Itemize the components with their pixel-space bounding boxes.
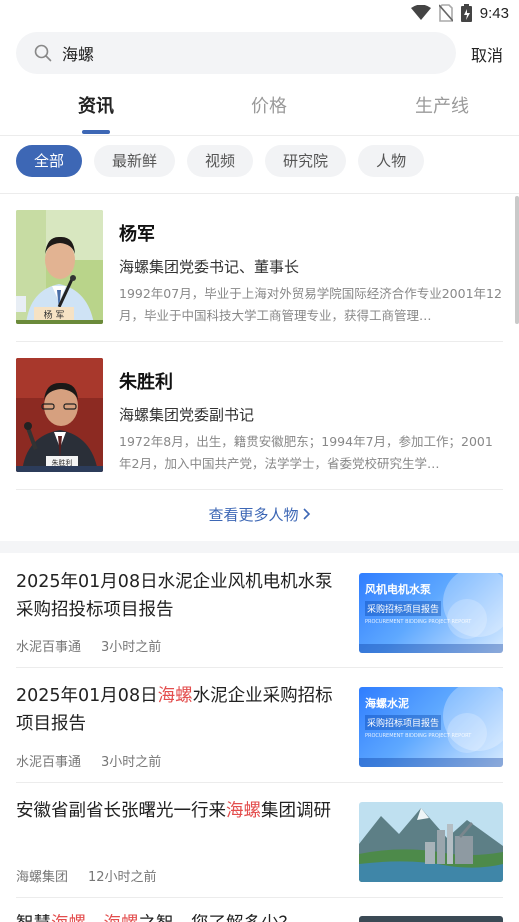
person-bio: 1992年07月，毕业于上海对外贸易学院国际经济合作专业2001年12月，毕业于… [119, 286, 502, 323]
news-thumbnail [359, 802, 503, 882]
tab-news[interactable]: 资讯 [36, 92, 156, 118]
news-meta: 水泥百事通 3小时之前 [16, 636, 181, 655]
thumb-subtitle: PROCUREMENT BIDDING PROJECT REPORT [365, 619, 472, 625]
news-source: 水泥百事通 [16, 640, 82, 655]
search-box[interactable] [16, 32, 456, 74]
person-info: 杨军 海螺集团党委书记、董事长 1992年07月，毕业于上海对外贸易学院国际经济… [119, 220, 503, 327]
tab-price[interactable]: 价格 [209, 92, 329, 118]
status-time: 9:43 [479, 4, 509, 22]
title-text: 集团调研 [261, 801, 331, 821]
more-people-label: 查看更多人物 [208, 506, 299, 524]
news-time: 3小时之前 [101, 640, 162, 655]
search-icon [34, 44, 52, 62]
news-title: 2025年01月08日海螺水泥企业采购招标项目报告 [16, 682, 346, 738]
divider [16, 489, 503, 490]
news-title: 安徽省副省长张曙光一行来海螺集团调研 [16, 797, 346, 825]
news-source: 海螺集团 [16, 870, 69, 885]
photo-caption: 杨 军 [44, 309, 65, 321]
title-text: 2025年01月08日水泥企业风机电机水泵采购招投标项目报告 [16, 572, 333, 620]
photo-caption: 朱胜利 [52, 458, 73, 467]
news-source: 水泥百事通 [16, 755, 82, 770]
news-meta: 水泥百事通 3小时之前 [16, 751, 181, 770]
person-name: 杨军 [119, 224, 155, 245]
title-highlight: 海螺 [157, 686, 193, 706]
chip-research[interactable]: 研究院 [265, 145, 347, 177]
person-card[interactable]: 朱胜利 朱胜利 海螺集团党委副书记 1972年8月，出生，籍贯安徽肥东；1994… [16, 358, 503, 476]
news-title: 智慧海螺，海螺之智，您了解多少？ [16, 910, 346, 922]
divider [16, 667, 503, 668]
divider [16, 897, 503, 898]
divider [0, 193, 519, 194]
person-name: 朱胜利 [119, 372, 173, 393]
chevron-right-icon [302, 508, 310, 520]
title-highlight: 海螺 [226, 801, 261, 821]
main-tabs: 资讯 价格 生产线 [0, 80, 519, 136]
news-thumbnail: 海螺水泥 采购招标项目报告 PROCUREMENT BIDDING PROJEC… [359, 687, 503, 767]
thumb-subtitle: PROCUREMENT BIDDING PROJECT REPORT [365, 733, 472, 739]
news-meta: 海螺集团 12小时之前 [16, 866, 177, 885]
news-time: 3小时之前 [101, 755, 162, 770]
thumb-badge: 采购招标项目报告 [365, 715, 442, 730]
search-input[interactable] [62, 43, 422, 63]
person-photo: 杨 军 [16, 210, 103, 324]
divider [16, 782, 503, 783]
status-bar: 9:43 [0, 0, 519, 30]
title-text: 2025年01月08日 [16, 686, 158, 706]
person-title: 海螺集团党委副书记 [119, 406, 255, 424]
person-photo: 朱胜利 [16, 358, 103, 472]
search-row: 取消 [0, 32, 519, 76]
news-thumbnail [359, 916, 503, 922]
more-people-link[interactable]: 查看更多人物 [0, 504, 519, 525]
active-tab-indicator [82, 130, 110, 134]
thumb-title: 风机电机水泵 [365, 583, 431, 596]
battery-charging-icon [460, 4, 472, 22]
news-item[interactable]: 2025年01月08日海螺水泥企业采购招标项目报告 水泥百事通 3小时之前 海螺水… [16, 682, 503, 772]
news-time: 12小时之前 [88, 870, 157, 885]
news-item[interactable]: 2025年01月08日水泥企业风机电机水泵采购招投标项目报告 水泥百事通 3小时之… [16, 568, 503, 658]
tab-production-line[interactable]: 生产线 [382, 92, 502, 118]
wifi-icon [410, 5, 431, 20]
news-item[interactable]: 智慧海螺，海螺之智，您了解多少？ [16, 910, 503, 922]
cancel-button[interactable]: 取消 [471, 42, 503, 66]
title-text: 之智，您了解多少？ [139, 914, 297, 922]
chip-latest[interactable]: 最新鲜 [94, 145, 176, 177]
no-sim-icon [438, 4, 453, 22]
divider [16, 341, 503, 342]
chip-video[interactable]: 视频 [187, 145, 254, 177]
title-text: 安徽省副省长张曙光一行来 [16, 801, 226, 821]
title-text: ， [86, 914, 104, 922]
person-title: 海螺集团党委书记、董事长 [119, 258, 300, 276]
filter-chips: 全部 最新鲜 视频 研究院 人物 [16, 145, 425, 177]
title-text: 智慧 [16, 914, 51, 922]
title-highlight: 海螺 [51, 914, 86, 922]
thumb-title: 海螺水泥 [365, 697, 409, 710]
title-highlight: 海螺 [104, 914, 139, 922]
chip-people[interactable]: 人物 [358, 145, 425, 177]
person-bio: 1972年8月，出生，籍贯安徽肥东；1994年7月，参加工作；2001年2月，加… [119, 434, 493, 471]
news-thumbnail: 风机电机水泵 采购招标项目报告 PROCUREMENT BIDDING PROJ… [359, 573, 503, 653]
news-title: 2025年01月08日水泥企业风机电机水泵采购招投标项目报告 [16, 568, 346, 624]
person-card[interactable]: 杨 军 杨军 海螺集团党委书记、董事长 1992年07月，毕业于上海对外贸易学院… [16, 210, 503, 328]
thumb-badge: 采购招标项目报告 [365, 601, 442, 616]
section-divider [0, 541, 519, 553]
chip-all[interactable]: 全部 [16, 145, 83, 177]
person-info: 朱胜利 海螺集团党委副书记 1972年8月，出生，籍贯安徽肥东；1994年7月，… [119, 368, 503, 475]
news-item[interactable]: 安徽省副省长张曙光一行来海螺集团调研 海螺集团 12小时之前 [16, 797, 503, 887]
scrollbar-thumb[interactable] [515, 196, 519, 324]
